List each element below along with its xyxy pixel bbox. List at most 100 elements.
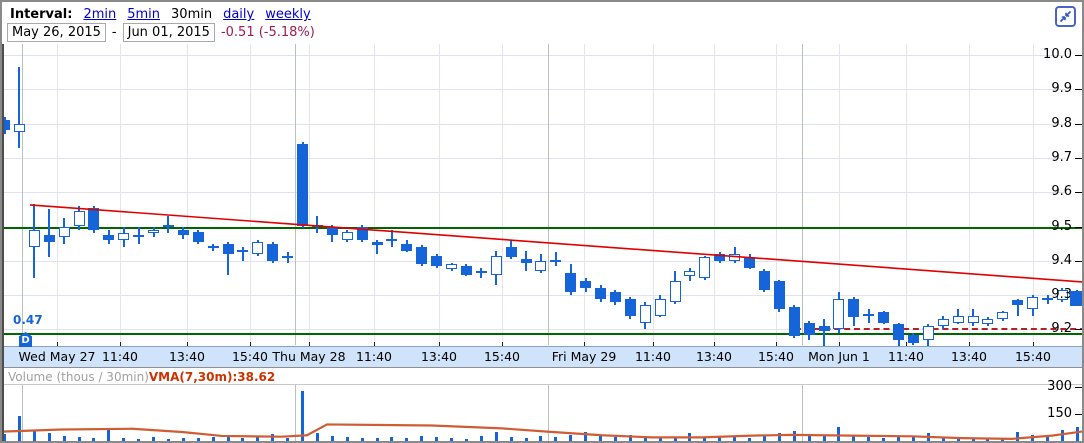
candle-up bbox=[59, 227, 70, 237]
date-axis-tick bbox=[187, 342, 188, 346]
candle-doji bbox=[237, 250, 248, 252]
volume-bar bbox=[405, 438, 408, 441]
volume-bar bbox=[197, 438, 200, 441]
time-gridline bbox=[439, 44, 440, 345]
volume-bar bbox=[122, 438, 125, 441]
volume-bar bbox=[942, 437, 945, 441]
volume-bar bbox=[256, 437, 259, 441]
volume-bar bbox=[63, 436, 66, 441]
day-boundary-gridline bbox=[802, 385, 803, 441]
date-axis-label: 15:40 bbox=[1015, 347, 1051, 366]
time-gridline bbox=[57, 44, 58, 345]
time-gridline bbox=[374, 44, 375, 345]
candle-doji bbox=[133, 235, 144, 237]
volume-bar bbox=[986, 439, 989, 441]
candle-down bbox=[759, 271, 770, 290]
candle-down bbox=[401, 244, 412, 251]
vma-value-label: VMA(7,30m):38.62 bbox=[149, 370, 275, 384]
volume-bar bbox=[778, 433, 781, 441]
volume-bar bbox=[107, 429, 110, 441]
volume-bar bbox=[18, 416, 21, 441]
day-boundary-gridline bbox=[548, 385, 549, 441]
candle-down bbox=[893, 324, 904, 339]
date-axis-tick bbox=[309, 342, 310, 346]
volume-bar bbox=[286, 438, 289, 441]
candle-doji bbox=[863, 314, 874, 316]
volume-bar bbox=[763, 436, 766, 441]
candle-down bbox=[744, 257, 755, 267]
date-axis-tick bbox=[1033, 342, 1034, 346]
last-price-tag bbox=[1070, 291, 1084, 306]
volume-bar bbox=[182, 438, 185, 441]
time-gridline bbox=[906, 44, 907, 345]
candle-up bbox=[491, 256, 502, 275]
price-axis-tick bbox=[1075, 192, 1082, 193]
volume-bar bbox=[927, 433, 930, 441]
volume-bar bbox=[48, 433, 51, 441]
volume-pane-header: Volume (thous / 30min)VMA(7,30m):38.62 bbox=[8, 370, 275, 384]
date-axis-tick bbox=[969, 342, 970, 346]
candle-down bbox=[878, 312, 889, 322]
volume-bar bbox=[852, 435, 855, 441]
date-axis-label: Wed May 27 bbox=[19, 347, 96, 366]
date-axis-label: 15:40 bbox=[484, 347, 520, 366]
date-axis-tick bbox=[776, 342, 777, 346]
volume-bar bbox=[1001, 438, 1004, 441]
volume-axis-tick bbox=[1075, 387, 1082, 388]
candle-doji bbox=[282, 256, 293, 258]
volume-title: Volume (thous / 30min) bbox=[8, 370, 149, 384]
candle-up bbox=[640, 305, 651, 322]
candle-wick bbox=[18, 67, 20, 148]
volume-bar bbox=[539, 436, 542, 441]
price-axis-label: 9.4 bbox=[1020, 254, 1072, 268]
candle-down bbox=[521, 259, 532, 262]
price-axis-tick bbox=[1075, 227, 1082, 228]
volume-bar bbox=[420, 436, 423, 441]
day-boundary-gridline bbox=[22, 44, 23, 345]
candle-up bbox=[535, 261, 546, 271]
candle-down bbox=[625, 299, 636, 316]
volume-bar bbox=[376, 438, 379, 441]
candle-up bbox=[29, 230, 40, 247]
time-gridline bbox=[250, 44, 251, 345]
date-axis-label: Thu May 28 bbox=[272, 347, 345, 366]
volume-bar bbox=[435, 437, 438, 441]
day-boundary-gridline bbox=[295, 44, 296, 345]
volume-bar bbox=[882, 438, 885, 441]
date-axis-tick bbox=[584, 342, 585, 346]
candle-down bbox=[774, 281, 785, 308]
volume-bar bbox=[495, 432, 498, 441]
date-axis-tick bbox=[653, 342, 654, 346]
date-axis-tick bbox=[906, 342, 907, 346]
candle-up bbox=[252, 242, 263, 254]
volume-bar bbox=[361, 438, 364, 441]
candle-up bbox=[342, 232, 353, 241]
volume-bar bbox=[867, 437, 870, 441]
candle-down bbox=[595, 288, 606, 298]
candle-down bbox=[789, 307, 800, 336]
candle-doji bbox=[163, 225, 174, 227]
volume-bar bbox=[137, 439, 140, 441]
date-axis-label: 13:40 bbox=[421, 347, 457, 366]
candle-down bbox=[267, 244, 278, 261]
candle-down bbox=[193, 232, 204, 242]
date-axis-label: Mon Jun 1 bbox=[808, 347, 870, 366]
candle-up bbox=[670, 281, 681, 302]
time-gridline bbox=[584, 44, 585, 345]
dividend-amount: 0.47 bbox=[13, 313, 43, 327]
candle-down bbox=[297, 144, 308, 226]
candle-doji bbox=[386, 239, 397, 241]
volume-bar bbox=[241, 438, 244, 441]
candle-doji bbox=[208, 246, 219, 248]
support-line bbox=[2, 333, 1084, 335]
date-axis-tick bbox=[57, 342, 58, 346]
volume-bar bbox=[897, 436, 900, 441]
date-axis-label: 11:40 bbox=[102, 347, 138, 366]
volume-bar bbox=[152, 437, 155, 441]
volume-bar bbox=[748, 438, 751, 441]
price-axis-tick bbox=[1075, 124, 1082, 125]
date-axis-label: 11:40 bbox=[635, 347, 671, 366]
volume-bar bbox=[78, 437, 81, 441]
price-axis-label: 9.7 bbox=[1020, 151, 1072, 165]
candle-doji bbox=[476, 271, 487, 273]
